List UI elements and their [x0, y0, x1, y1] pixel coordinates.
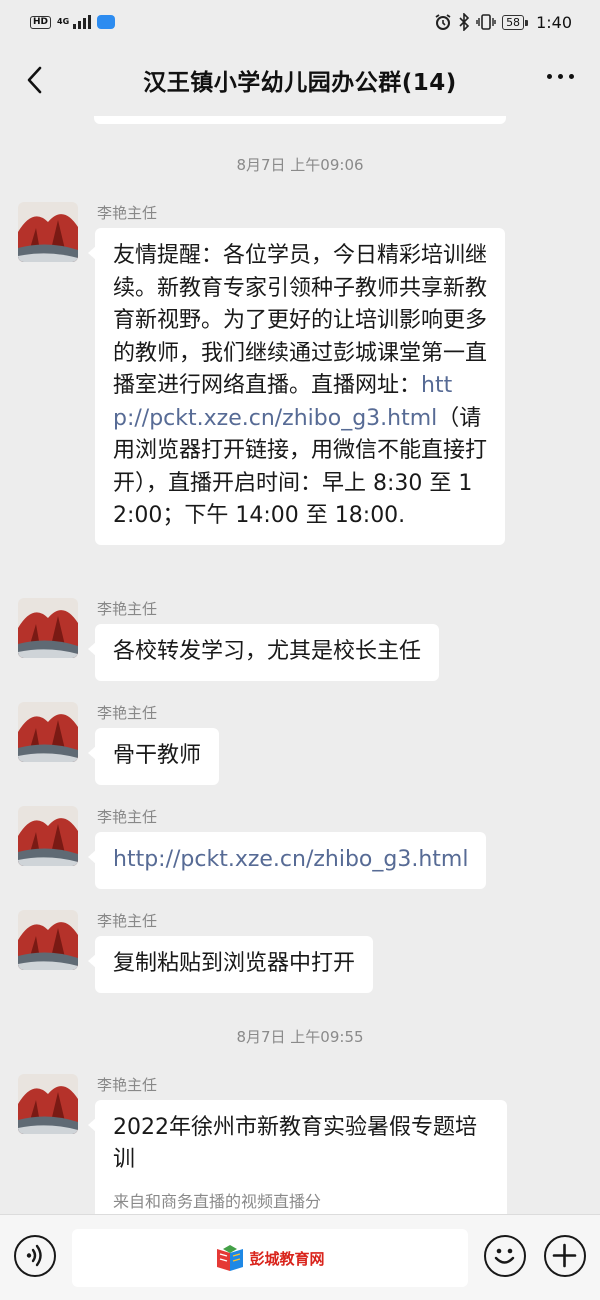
- sender-name: 李艳主任: [97, 704, 158, 722]
- message-input[interactable]: 彭城教育网: [72, 1229, 468, 1287]
- chat-area[interactable]: 8月7日 上午09:06 李艳主任 友情提醒：各位学员，今日精彩培训继续。新教育…: [0, 116, 600, 1214]
- message-item: 李艳主任 骨干教师: [18, 702, 578, 792]
- chevron-left-icon[interactable]: [20, 62, 50, 98]
- sender-name: 李艳主任: [97, 808, 158, 826]
- chat-title: 汉王镇小学幼儿园办公群(14): [143, 70, 457, 96]
- clock: 1:40: [536, 12, 572, 32]
- cloud-icon: [97, 15, 116, 29]
- avatar[interactable]: [18, 910, 78, 970]
- voice-icon[interactable]: [14, 1235, 56, 1277]
- title-bar: 汉王镇小学幼儿园办公群(14): [0, 44, 600, 116]
- status-right: 58 1:40: [434, 13, 572, 32]
- message-link[interactable]: http://pckt.xze.cn/zhibo_g3.html: [113, 847, 468, 872]
- sender-name: 李艳主任: [97, 912, 158, 930]
- message-bubble[interactable]: 友情提醒：各位学员，今日精彩培训继续。新教育专家引领种子教师共享新教育新视野。为…: [88, 228, 505, 545]
- message-item: 李艳主任 复制粘贴到浏览器中打开: [18, 910, 578, 1000]
- bluetooth-icon: [459, 13, 470, 31]
- sender-name: 李艳主任: [97, 1076, 158, 1094]
- message-item: 李艳主任 http://pckt.xze.cn/zhibo_g3.html: [18, 806, 578, 896]
- emoji-icon[interactable]: [484, 1235, 526, 1277]
- timestamp: 8月7日 上午09:06: [236, 156, 364, 174]
- message-item: 李艳主任 各校转发学习，尤其是校长主任: [18, 598, 578, 688]
- previous-message-bubble: [94, 116, 506, 124]
- avatar[interactable]: [18, 1074, 78, 1134]
- battery-icon: 58: [502, 14, 529, 30]
- timestamp: 8月7日 上午09:55: [236, 1028, 364, 1046]
- message-bubble[interactable]: 骨干教师: [87, 728, 220, 785]
- video-card[interactable]: 2022年徐州市新教育实验暑假专题培训 来自和商务直播的视频直播分: [88, 1100, 507, 1214]
- watermark-text: 彭城教育网: [249, 1249, 325, 1268]
- status-left: HD 4G: [30, 15, 116, 29]
- network-type: 4G: [57, 17, 70, 26]
- card-title: 2022年徐州市新教育实验暑假专题培训: [113, 1115, 477, 1172]
- more-dots-icon[interactable]: [547, 74, 574, 79]
- message-bubble[interactable]: 各校转发学习，尤其是校长主任: [87, 624, 440, 681]
- message-bubble[interactable]: http://pckt.xze.cn/zhibo_g3.html: [87, 832, 487, 889]
- sender-name: 李艳主任: [97, 600, 158, 618]
- card-subtitle: 来自和商务直播的视频直播分: [113, 1192, 322, 1211]
- book-logo-icon: [217, 1245, 244, 1271]
- avatar[interactable]: [18, 806, 78, 866]
- vibrate-icon: [476, 14, 496, 30]
- alarm-icon: [435, 14, 451, 30]
- avatar[interactable]: [18, 598, 78, 658]
- plus-icon[interactable]: [544, 1235, 586, 1277]
- input-toolbar: 彭城教育网: [0, 1214, 600, 1300]
- status-bar: HD 4G 58 1:40: [0, 0, 600, 44]
- message-item: 李艳主任 2022年徐州市新教育实验暑假专题培训 来自和商务直播的视频直播分: [18, 1074, 578, 1214]
- avatar[interactable]: [18, 702, 78, 762]
- hd-badge: HD: [30, 15, 52, 29]
- signal-icon: [73, 15, 92, 29]
- message-bubble[interactable]: 复制粘贴到浏览器中打开: [87, 936, 374, 993]
- message-item: 李艳主任 友情提醒：各位学员，今日精彩培训继续。新教育专家引领种子教师共享新教育…: [18, 202, 578, 582]
- watermark: 彭城教育网: [215, 1245, 325, 1271]
- avatar[interactable]: [18, 202, 78, 262]
- sender-name: 李艳主任: [97, 204, 158, 222]
